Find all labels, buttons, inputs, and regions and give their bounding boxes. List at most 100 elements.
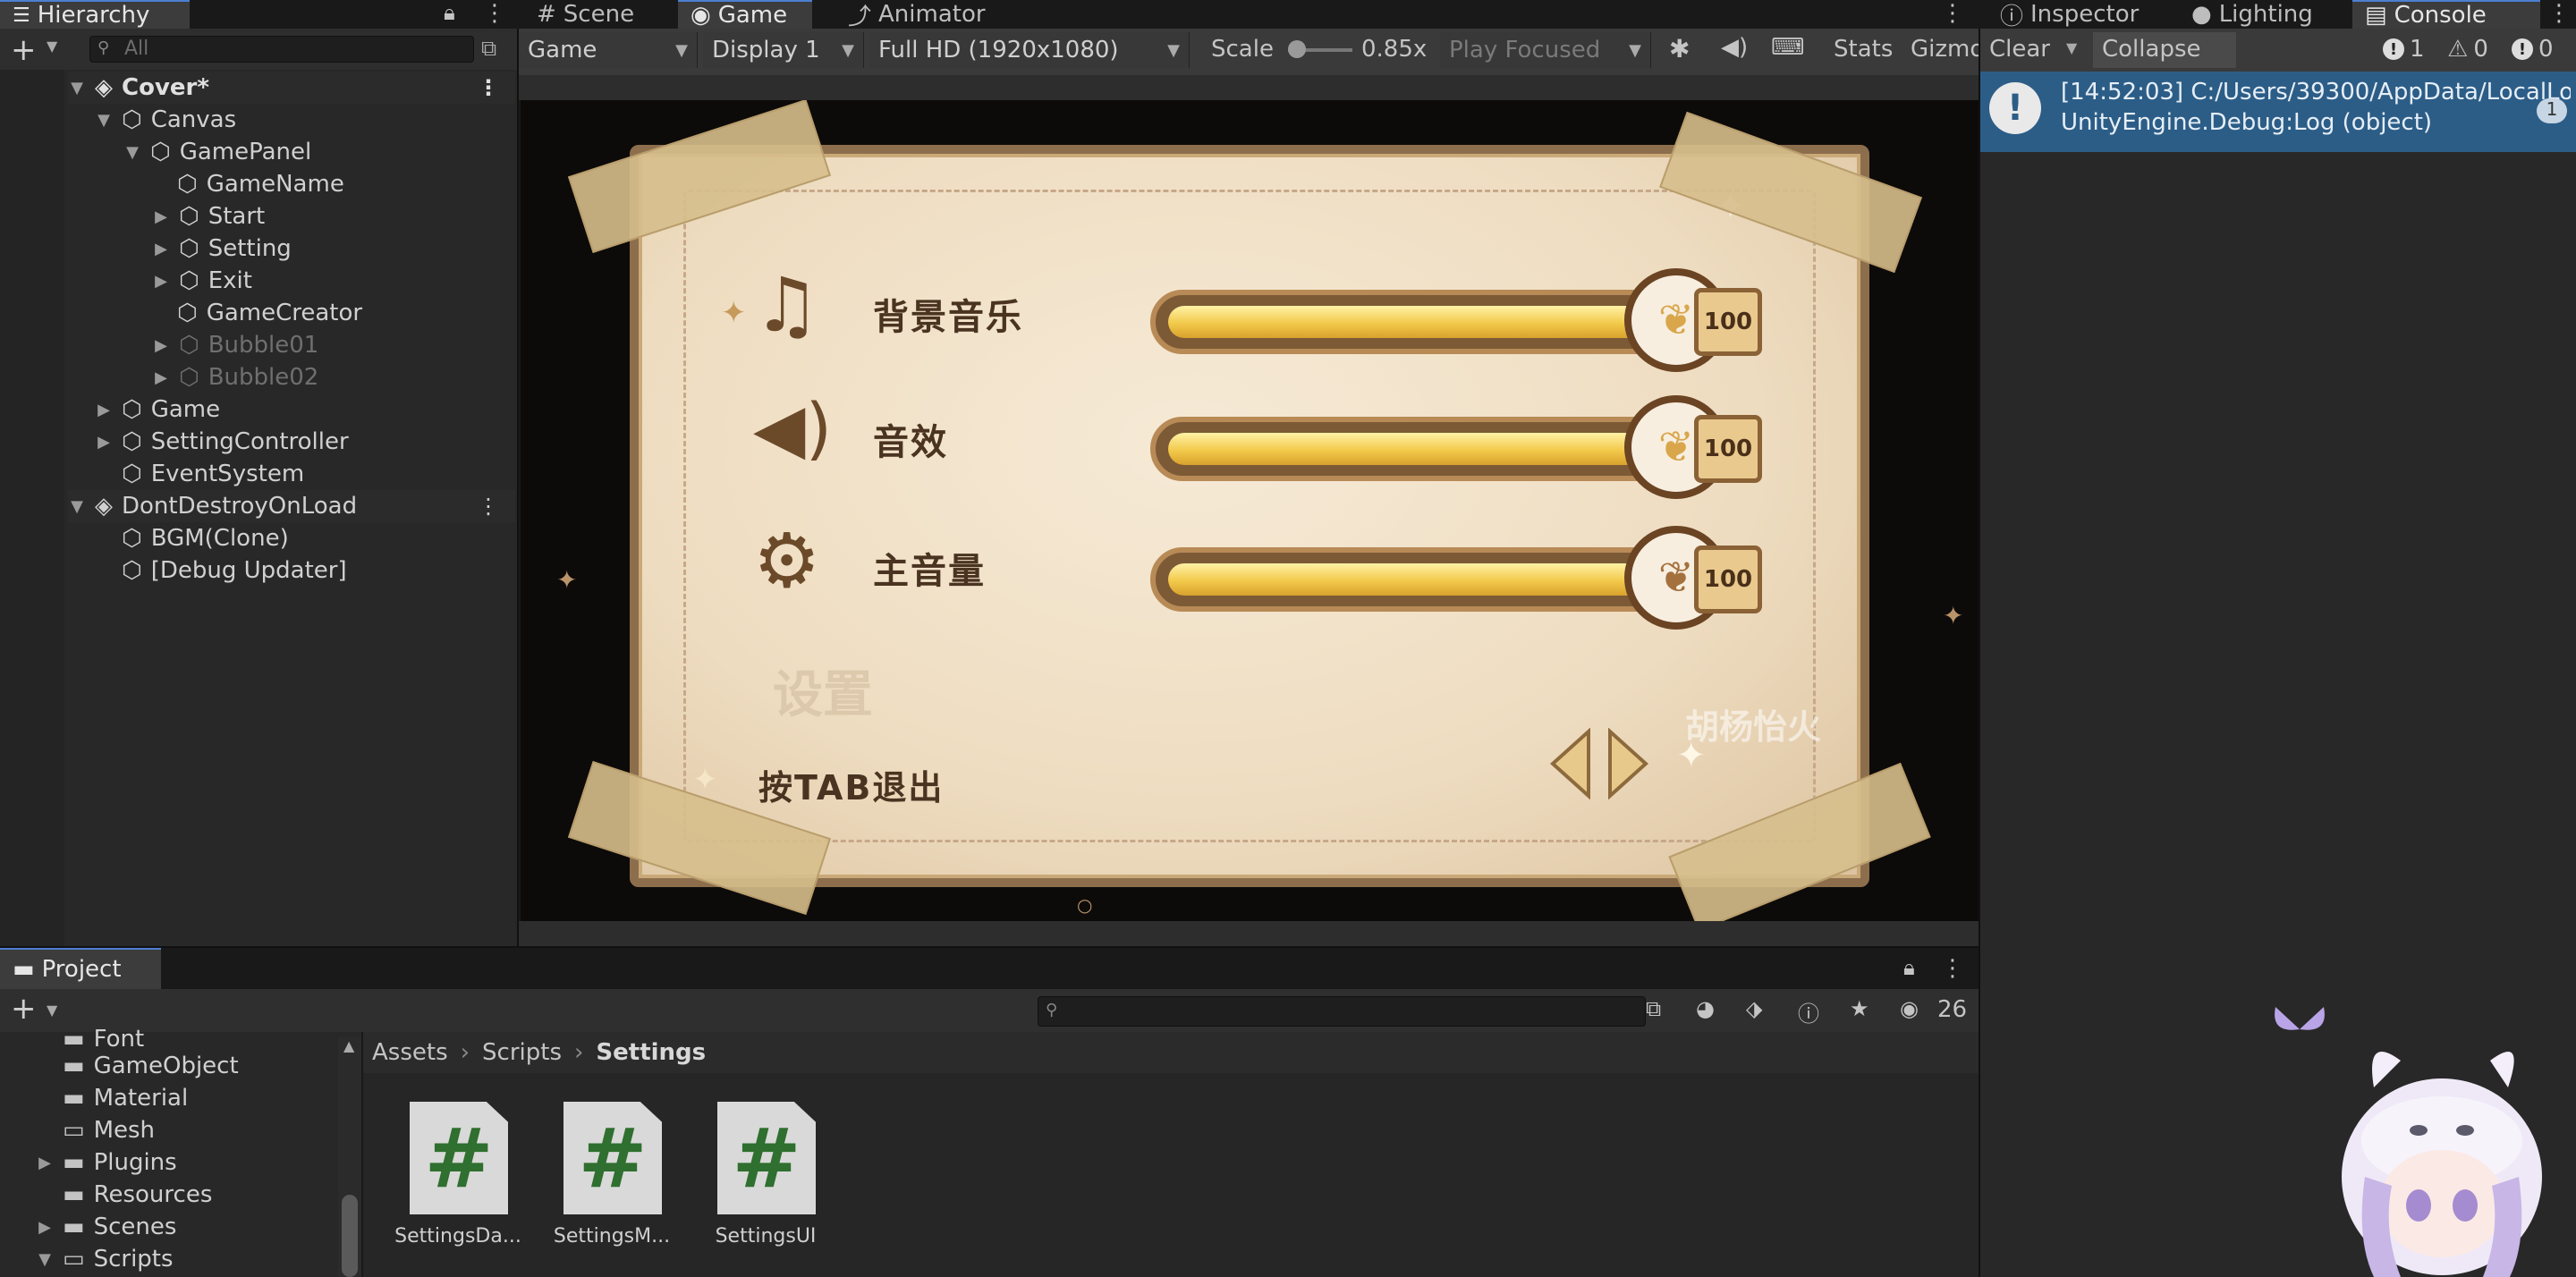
eye-icon[interactable]: ◉ [1900,996,1919,1021]
folder-item-gameobject[interactable]: ▬ GameObject [63,1050,239,1082]
folder-item-plugins[interactable]: ▶ ▬ Plugins [36,1146,177,1179]
hierarchy-item-game[interactable]: ▶ ⬡ Game [95,393,220,426]
master-volume-slider[interactable] [1150,547,1705,612]
hierarchy-item-settingcontroller[interactable]: ▶ ⬡ SettingController [95,426,349,458]
scale-slider-thumb[interactable] [1288,40,1306,58]
bgm-volume-slider[interactable] [1150,290,1705,354]
expand-arrow-icon[interactable]: ▶ [36,1154,54,1172]
expand-arrow-icon[interactable]: ▶ [152,207,170,226]
scroll-up-arrow-icon[interactable]: ▲ [343,1037,354,1054]
more-menu-icon[interactable]: ⋮ [2547,0,2571,27]
console-log-entry[interactable]: ! [14:52:03] C:/Users/39300/AppData/Loca… [1980,72,2576,152]
warning-filter-icon[interactable]: ⓘ [1798,996,1819,1028]
chevron-down-icon[interactable]: ▼ [2066,39,2077,56]
expand-arrow-icon[interactable]: ▶ [95,433,113,452]
hierarchy-scene-dontdestroyonload[interactable]: ▼ ◈ DontDestroyOnLoad ⋮ [68,490,515,522]
chevron-down-icon[interactable]: ▼ [47,38,57,55]
lock-icon[interactable]: 🔒︎ [444,0,455,25]
tab-scene[interactable]: # Scene [524,0,674,29]
warning-count-toggle[interactable]: ⚠ 0 [2447,36,2488,63]
error-count-toggle[interactable]: ! 1 [2383,36,2425,63]
expand-arrow-icon[interactable]: ▼ [123,143,141,162]
folder-item-material[interactable]: ▬ Material [63,1082,188,1114]
more-menu-icon[interactable]: ⋮ [478,494,499,519]
hierarchy-item-canvas[interactable]: ▼ ⬡ Canvas [95,104,236,136]
folder-tree-scrollbar[interactable]: ▲ [338,1037,361,1277]
expand-arrow-icon[interactable]: ▼ [68,79,86,97]
file-label[interactable]: SettingsUI [694,1225,837,1247]
chevron-down-icon[interactable]: ▼ [47,1002,57,1019]
expand-arrow-icon[interactable]: ▶ [152,240,170,258]
search-mode-icon[interactable]: ⧉ [1646,996,1661,1021]
tab-hierarchy[interactable]: ☰ Hierarchy [0,0,190,29]
csharp-script-icon[interactable]: # [564,1102,662,1214]
hierarchy-item-gamename[interactable]: ⬡ GameName [177,168,344,200]
tab-project[interactable]: ▬ Project [0,948,161,989]
speaker-icon[interactable]: ◀︎) [1721,34,1748,61]
previous-page-arrow-icon[interactable] [1549,728,1592,799]
breadcrumb-scripts[interactable]: Scripts [482,1039,562,1066]
expand-arrow-icon[interactable]: ▼ [68,497,86,516]
expand-arrow-icon[interactable]: ▼ [95,111,113,130]
bug-icon[interactable]: ✱ [1669,34,1690,63]
folder-item-mesh[interactable]: ▭ Mesh [63,1114,155,1146]
more-menu-icon[interactable]: ⋮ [478,75,499,100]
expand-arrow-icon[interactable]: ▶ [152,336,170,355]
hierarchy-item-bgm-clone[interactable]: ⬡ BGM(Clone) [122,522,289,554]
add-icon[interactable]: + [11,32,37,68]
stats-button[interactable]: Stats [1834,36,1893,63]
tab-console[interactable]: ▤ Console [2352,0,2540,29]
game-view[interactable]: ✦ ✦ ○ 设置 胡杨怡火 ✦ ♫ 背景音乐 ❦ 100 ◀) 音效 ❦ 100 [521,100,1979,921]
hierarchy-item-gamepanel[interactable]: ▼ ⬡ GamePanel [123,136,311,168]
expand-arrow-icon[interactable]: ▶ [36,1218,54,1237]
search-mode-icon[interactable]: ⧉ [481,36,496,61]
gizmos-button[interactable]: Gizmos [1911,36,1979,63]
expand-arrow-icon[interactable]: ▶ [95,401,113,419]
tag-icon[interactable]: ⬗ [1746,996,1762,1021]
info-count-toggle[interactable]: ! 0 [2512,36,2554,63]
next-page-arrow-icon[interactable] [1606,728,1649,799]
hierarchy-item-bubble02[interactable]: ▶ ⬡ Bubble02 [152,361,318,393]
hierarchy-item-eventsystem[interactable]: ⬡ EventSystem [122,458,304,490]
hierarchy-item-debug-updater[interactable]: ⬡ [Debug Updater] [122,554,347,587]
expand-arrow-icon[interactable]: ▶ [152,272,170,291]
file-label[interactable]: SettingsDa... [386,1225,530,1247]
csharp-script-icon[interactable]: # [717,1102,816,1214]
hierarchy-scene-cover[interactable]: ▼ ◈ Cover* ⋮ [68,72,515,104]
breadcrumb-assets[interactable]: Assets [372,1039,448,1066]
hierarchy-search-input[interactable]: ⚲ All [89,36,474,63]
tab-animator[interactable]: ⤴ Animator [835,0,1005,30]
tab-lighting[interactable]: ● Lighting [2179,0,2331,29]
csharp-script-icon[interactable]: # [410,1102,508,1214]
more-menu-icon[interactable]: ⋮ [1941,0,1964,27]
expand-arrow-icon[interactable]: ▼ [36,1250,54,1269]
more-menu-icon[interactable]: ⋮ [483,0,506,27]
folder-item-scripts[interactable]: ▼ ▭ Scripts [36,1243,173,1275]
breadcrumb-settings[interactable]: Settings [596,1039,706,1066]
filter-by-type-icon[interactable]: ◕ [1696,996,1715,1021]
console-clear-button[interactable]: Clear [1989,36,2050,63]
star-icon[interactable]: ★ [1850,996,1869,1021]
play-mode-select[interactable]: Play Focused ▼ [1440,32,1651,68]
sfx-volume-slider[interactable] [1150,417,1705,481]
resolution-select[interactable]: Full HD (1920x1080) ▼ [869,32,1190,68]
project-search-input[interactable]: ⚲ [1038,996,1646,1027]
expand-arrow-icon[interactable]: ▶ [152,368,170,387]
folder-item-scenes[interactable]: ▶ ▬ Scenes [36,1211,176,1243]
tab-game[interactable]: ◉ Game [678,0,812,29]
hierarchy-item-gamecreator[interactable]: ⬡ GameCreator [177,297,362,329]
display-select[interactable]: Display 1 ▼ [703,32,864,68]
file-label[interactable]: SettingsM... [540,1225,683,1247]
lock-icon[interactable]: 🔒︎ [1903,955,1915,980]
add-icon[interactable]: + [11,991,37,1027]
hierarchy-item-setting[interactable]: ▶ ⬡ Setting [152,233,292,265]
more-menu-icon[interactable]: ⋮ [1941,955,1964,982]
hierarchy-item-exit[interactable]: ▶ ⬡ Exit [152,265,252,297]
view-select[interactable]: Game ▼ [519,32,698,68]
tab-inspector[interactable]: ⓘ Inspector [1987,0,2148,30]
folder-tree-scrollbar-thumb[interactable] [342,1195,358,1277]
console-collapse-button[interactable]: Collapse [2093,32,2236,68]
folder-item-resources[interactable]: ▬ Resources [63,1179,212,1211]
keyboard-icon[interactable]: ⌨ [1771,34,1805,61]
hierarchy-item-bubble01[interactable]: ▶ ⬡ Bubble01 [152,329,318,361]
